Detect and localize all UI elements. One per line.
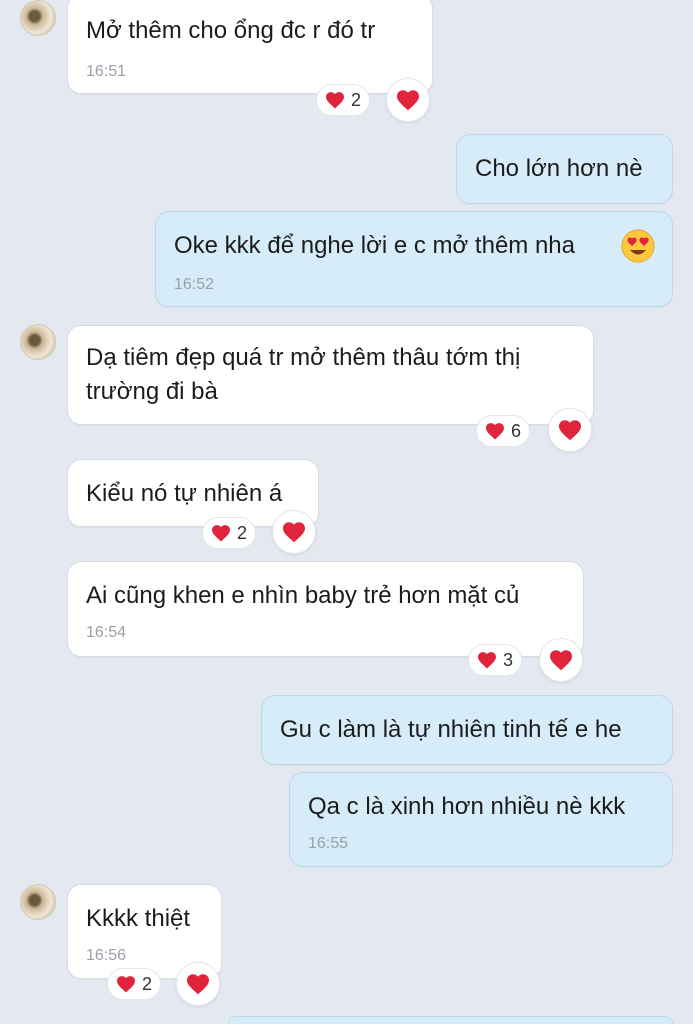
heart-icon bbox=[558, 419, 582, 441]
message-text: Kkkk thiệt bbox=[86, 905, 191, 932]
heart-eyes-emoji bbox=[621, 229, 655, 263]
reaction-count: 2 bbox=[237, 522, 248, 543]
heart-icon bbox=[396, 89, 420, 111]
message-text: Oke kkk để nghe lời e c mở thêm nha bbox=[174, 232, 575, 259]
message-bubble-outgoing-partial[interactable] bbox=[228, 1016, 673, 1024]
message-text: Cho lớn hơn nè bbox=[475, 155, 643, 182]
heart-icon bbox=[116, 975, 136, 993]
avatar[interactable] bbox=[20, 0, 56, 36]
heart-icon bbox=[485, 422, 505, 440]
reaction-count: 3 bbox=[503, 649, 514, 670]
heart-icon bbox=[282, 521, 306, 543]
reaction-count: 2 bbox=[351, 89, 362, 110]
reaction-count-badge[interactable]: 2 bbox=[202, 517, 257, 549]
message-time: 16:55 bbox=[308, 835, 349, 852]
message-time: 16:51 bbox=[86, 63, 127, 80]
reaction-count: 2 bbox=[142, 973, 153, 994]
heart-icon bbox=[186, 973, 210, 995]
reaction-count-badge[interactable]: 2 bbox=[107, 968, 162, 1000]
heart-react-button[interactable] bbox=[548, 408, 592, 452]
heart-react-button[interactable] bbox=[176, 962, 220, 1006]
message-text: Mở thêm cho ổng đc r đó tr bbox=[86, 17, 376, 44]
heart-react-button[interactable] bbox=[386, 78, 430, 122]
message-text-line: trường đi bà bbox=[86, 378, 218, 405]
message-time: 16:56 bbox=[86, 947, 127, 964]
message-text: Gu c làm là tự nhiên tinh tế e he bbox=[280, 716, 622, 743]
message-text: Kiểu nó tự nhiên á bbox=[86, 480, 283, 507]
message-bubble-outgoing[interactable]: Oke kkk để nghe lời e c mở thêm nha 16:5… bbox=[155, 211, 673, 307]
message-text-line: Dạ tiêm đẹp quá tr mở thêm thâu tớm thị bbox=[86, 344, 521, 371]
reaction-count-badge[interactable]: 6 bbox=[476, 415, 531, 447]
avatar[interactable] bbox=[20, 884, 56, 920]
message-bubble-incoming[interactable]: Ai cũng khen e nhìn baby trẻ hơn mặt củ … bbox=[67, 561, 584, 657]
reaction-count-badge[interactable]: 2 bbox=[316, 84, 371, 116]
heart-icon bbox=[211, 524, 231, 542]
heart-icon bbox=[325, 91, 345, 109]
message-bubble-outgoing[interactable]: Gu c làm là tự nhiên tinh tế e he bbox=[261, 695, 673, 765]
message-time: 16:54 bbox=[86, 624, 127, 641]
message-bubble-incoming[interactable]: Mở thêm cho ổng đc r đó tr 16:51 bbox=[67, 0, 433, 94]
message-bubble-incoming[interactable]: Dạ tiêm đẹp quá tr mở thêm thâu tớm thị … bbox=[67, 325, 594, 425]
heart-react-button[interactable] bbox=[539, 638, 583, 682]
avatar[interactable] bbox=[20, 324, 56, 360]
reaction-count-badge[interactable]: 3 bbox=[468, 644, 523, 676]
message-text: Ai cũng khen e nhìn baby trẻ hơn mặt củ bbox=[86, 582, 520, 609]
heart-react-button[interactable] bbox=[272, 510, 316, 554]
message-bubble-outgoing[interactable]: Qa c là xinh hơn nhiều nè kkk 16:55 bbox=[289, 772, 673, 867]
heart-icon bbox=[549, 649, 573, 671]
message-time: 16:52 bbox=[174, 276, 215, 293]
message-text: Qa c là xinh hơn nhiều nè kkk bbox=[308, 793, 626, 820]
heart-icon bbox=[477, 651, 497, 669]
reaction-count: 6 bbox=[511, 420, 522, 441]
message-bubble-outgoing[interactable]: Cho lớn hơn nè bbox=[456, 134, 673, 204]
